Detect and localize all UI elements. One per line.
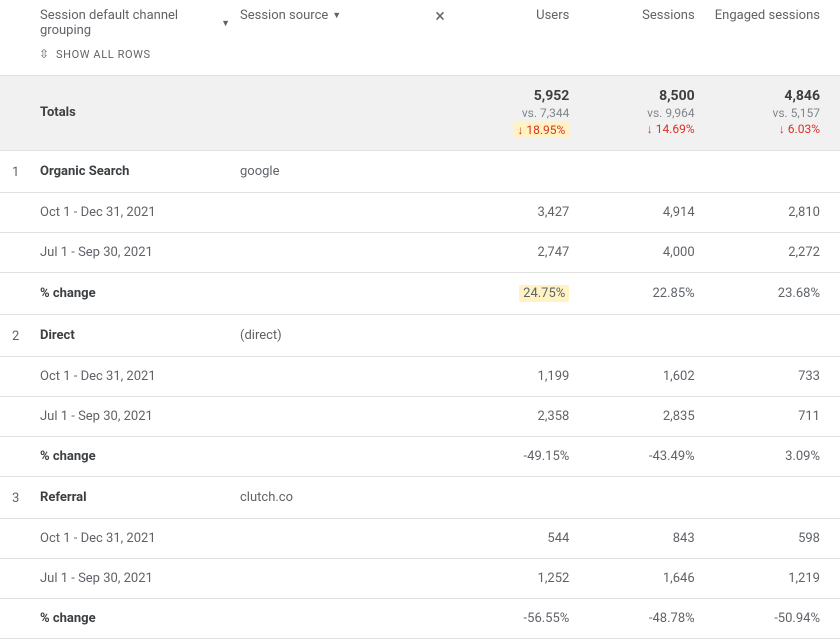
caret-down-icon: ▼ [332,10,341,21]
metric-value: 2,747 [460,245,585,260]
row-index: 1 [0,163,40,180]
channel-name: Organic Search [40,164,240,179]
users-header-label: Users [536,0,569,23]
percent-change-label: % change [40,449,240,464]
change-value: -50.94% [774,611,820,626]
table-row[interactable]: 2Direct(direct) [0,315,840,357]
metric-value: 2,358 [460,409,585,424]
row-index: 3 [0,489,40,506]
metric-value: 1,252 [460,571,585,586]
date-range-label: Oct 1 - Dec 31, 2021 [40,369,240,384]
change-value: 24.75% [519,285,569,302]
metric-value: 544 [460,531,585,546]
table-row[interactable]: Jul 1 - Sep 30, 2021 2,7474,0002,272 [0,233,840,273]
metric-value: 4,000 [585,245,710,260]
header-sessions[interactable]: Sessions [585,0,710,23]
totals-engaged-value: 4,846 [711,88,820,104]
source-header-label: Session source [240,8,328,23]
metric-value: 1,199 [460,369,585,384]
totals-users-vs: vs. 7,344 [460,106,569,120]
totals-sessions-value: 8,500 [585,88,694,104]
table-row[interactable]: Oct 1 - Dec 31, 2021 544843598 [0,519,840,559]
date-range-label: Jul 1 - Sep 30, 2021 [40,571,240,586]
expand-icon [40,49,50,61]
source-name: google [240,164,420,179]
source-name: (direct) [240,328,420,343]
table-row[interactable]: % change -56.55% -48.78% -50.94% [0,599,840,639]
change-value: -43.49% [649,449,695,464]
header-source-col: Session source ▼ [240,0,420,23]
totals-label-cell: Totals [40,105,240,120]
metric-value: 843 [585,531,710,546]
metric-value: 4,914 [585,205,710,220]
sessions-header-label: Sessions [642,0,695,23]
row-index: 2 [0,327,40,344]
channel-grouping-dropdown[interactable]: Session default channel grouping ▼ [40,0,230,38]
percent-change-label: % change [40,286,240,301]
metric-value: 1,602 [585,369,710,384]
change-value: 23.68% [778,286,820,301]
table-row[interactable]: Oct 1 - Dec 31, 2021 3,4274,9142,810 [0,193,840,233]
date-range-label: Jul 1 - Sep 30, 2021 [40,245,240,260]
table-row[interactable]: % change -49.15% -43.49% 3.09% [0,437,840,477]
header-spacer [0,0,40,2]
percent-change-label: % change [40,611,240,626]
metric-value: 1,219 [711,571,840,586]
engaged-sessions-header-label: Engaged sessions [715,0,820,23]
source-name: clutch.co [240,490,420,505]
date-range-label: Jul 1 - Sep 30, 2021 [40,409,240,424]
table-row[interactable]: Jul 1 - Sep 30, 2021 1,2521,6461,219 [0,559,840,599]
totals-sessions-delta: 14.69% [647,122,695,136]
totals-users-delta: 18.95% [513,122,569,138]
date-range-label: Oct 1 - Dec 31, 2021 [40,205,240,220]
table-header-row: Session default channel grouping ▼ SHOW … [0,0,840,76]
totals-idx [0,112,40,114]
totals-sessions-vs: vs. 9,964 [585,106,694,120]
totals-users-value: 5,952 [460,88,569,104]
metric-value: 2,835 [585,409,710,424]
totals-users-cell: 5,952 vs. 7,344 18.95% [460,88,585,138]
change-value: -48.78% [649,611,695,626]
change-value: -56.55% [524,611,570,626]
metric-value: 1,646 [585,571,710,586]
totals-label: Totals [40,105,76,120]
metric-value: 598 [711,531,840,546]
channel-name: Referral [40,490,240,505]
metric-value: 733 [711,369,840,384]
channel-header-label: Session default channel grouping [40,8,217,38]
totals-row: Totals 5,952 vs. 7,344 18.95% 8,500 vs. … [0,76,840,151]
metric-value: 2,272 [711,245,840,260]
header-engaged-sessions[interactable]: Engaged sessions [711,0,840,23]
change-value: 22.85% [652,286,694,301]
totals-engaged-cell: 4,846 vs. 5,157 6.03% [711,88,840,137]
show-all-rows-button[interactable]: SHOW ALL ROWS [40,48,151,61]
totals-sessions-cell: 8,500 vs. 9,964 14.69% [585,88,710,137]
channel-name: Direct [40,328,240,343]
header-close-col: × [420,0,460,27]
table-row[interactable]: 1Organic Searchgoogle [0,151,840,193]
groups-container: 1Organic SearchgoogleOct 1 - Dec 31, 202… [0,151,840,639]
change-value: 3.09% [785,449,820,464]
date-range-label: Oct 1 - Dec 31, 2021 [40,531,240,546]
header-channel-col: Session default channel grouping ▼ SHOW … [40,0,240,65]
table-row[interactable]: % change 24.75% 22.85% 23.68% [0,273,840,315]
show-all-label: SHOW ALL ROWS [56,48,151,61]
header-users[interactable]: Users [460,0,585,23]
remove-column-button[interactable]: × [435,0,445,27]
totals-engaged-vs: vs. 5,157 [711,106,820,120]
analytics-table: Session default channel grouping ▼ SHOW … [0,0,840,639]
totals-engaged-delta: 6.03% [779,122,820,136]
table-row[interactable]: 3Referralclutch.co [0,477,840,519]
table-row[interactable]: Oct 1 - Dec 31, 2021 1,1991,602733 [0,357,840,397]
session-source-dropdown[interactable]: Session source ▼ [240,0,341,23]
change-value: -49.15% [524,449,570,464]
table-row[interactable]: Jul 1 - Sep 30, 2021 2,3582,835711 [0,397,840,437]
metric-value: 2,810 [711,205,840,220]
metric-value: 711 [711,409,840,424]
caret-down-icon: ▼ [221,18,230,29]
metric-value: 3,427 [460,205,585,220]
